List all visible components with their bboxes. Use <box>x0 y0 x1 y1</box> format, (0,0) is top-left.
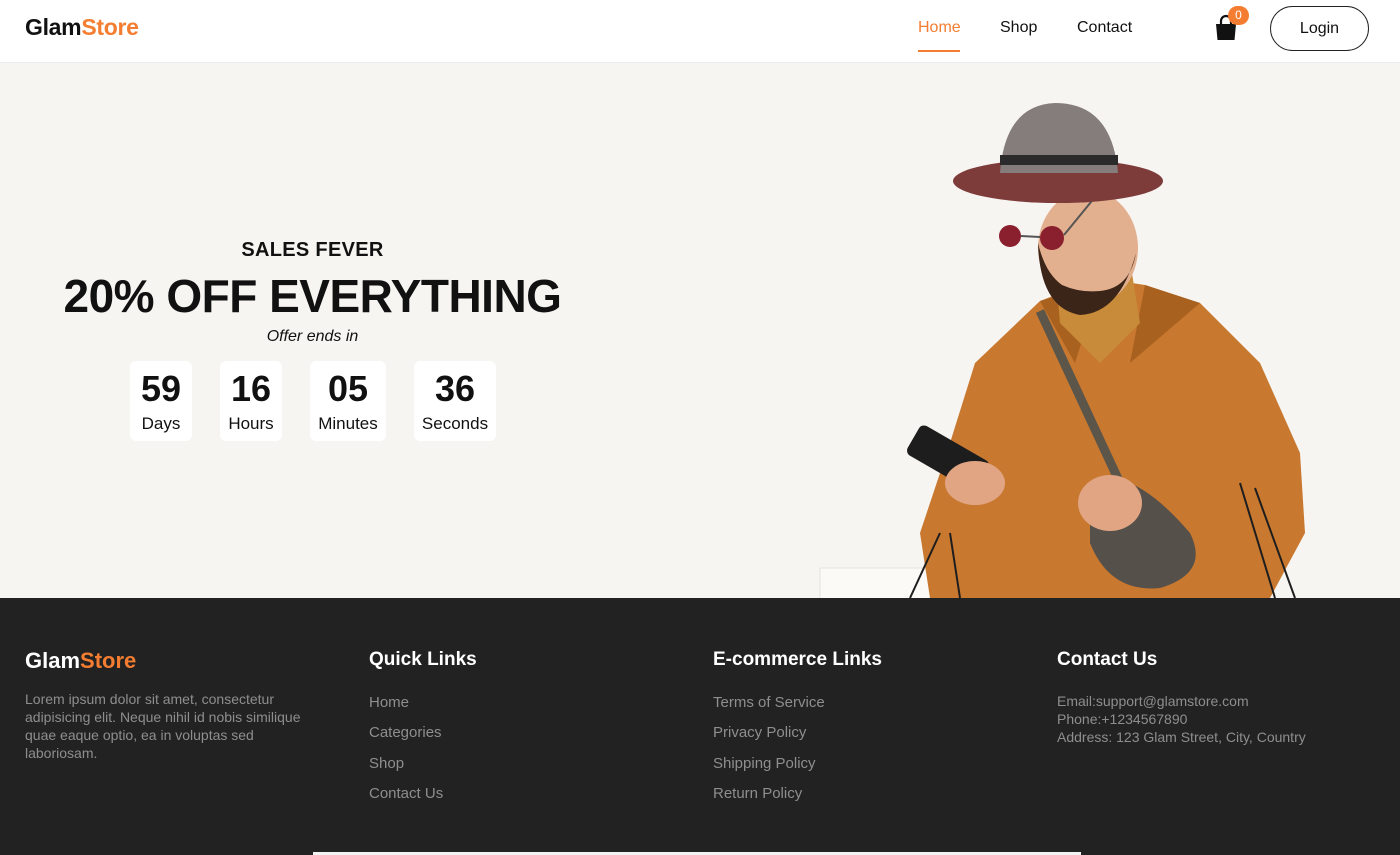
footer-link-terms[interactable]: Terms of Service <box>713 694 825 711</box>
hero-subtitle: SALES FEVER <box>241 239 384 261</box>
footer-description: Lorem ipsum dolor sit amet, consectetur … <box>25 691 301 761</box>
quick-links-heading: Quick Links <box>369 649 477 670</box>
countdown-days-value: 59 <box>140 368 182 409</box>
footer: GlamStore Lorem ipsum dolor sit amet, co… <box>0 598 1400 855</box>
hero-model-image <box>819 103 1305 598</box>
footer-brand-part2: Store <box>80 648 137 673</box>
countdown-minutes: 05 Minutes <box>310 361 386 441</box>
brand-logo-part2: Store <box>81 14 139 40</box>
footer-contact-address: Address: 123 Glam Street, City, Country <box>1057 729 1306 745</box>
footer-link-shipping[interactable]: Shipping Policy <box>713 755 816 772</box>
countdown-hours: 16 Hours <box>220 361 282 441</box>
nav-link-home[interactable]: Home <box>918 19 961 37</box>
brand-logo[interactable]: GlamStore <box>25 14 139 41</box>
nav-link-shop[interactable]: Shop <box>1000 19 1037 37</box>
countdown-days-label: Days <box>141 414 181 433</box>
hero-title: 20% OFF EVERYTHING <box>63 270 562 322</box>
footer-link-categories[interactable]: Categories <box>369 724 442 741</box>
footer-brand-part1: Glam <box>25 648 81 673</box>
footer-link-return[interactable]: Return Policy <box>713 785 802 802</box>
countdown-hours-value: 16 <box>230 368 272 409</box>
ecommerce-links-heading: E-commerce Links <box>713 649 882 670</box>
footer-link-contact-us[interactable]: Contact Us <box>369 785 443 802</box>
hero-banner: SALES FEVER 20% OFF EVERYTHING Offer end… <box>0 63 1400 598</box>
footer-contact-email[interactable]: Email:support@glamstore.com <box>1057 693 1249 709</box>
footer-link-shop[interactable]: Shop <box>369 755 404 772</box>
footer-link-privacy[interactable]: Privacy Policy <box>713 724 806 741</box>
countdown-seconds-label: Seconds <box>421 414 489 433</box>
countdown-minutes-value: 05 <box>327 368 369 409</box>
footer-link-home[interactable]: Home <box>369 694 409 711</box>
countdown-days: 59 Days <box>130 361 192 441</box>
footer-brand-logo[interactable]: GlamStore <box>25 648 136 674</box>
countdown-seconds: 36 Seconds <box>414 361 496 441</box>
nav-link-contact[interactable]: Contact <box>1077 19 1132 37</box>
login-button[interactable]: Login <box>1270 6 1369 51</box>
hero-offer-text: Offer ends in <box>266 328 359 345</box>
contact-us-heading: Contact Us <box>1057 649 1158 670</box>
brand-logo-part1: Glam <box>25 14 82 40</box>
countdown-hours-label: Hours <box>228 414 274 433</box>
nav-active-underline <box>918 50 960 52</box>
countdown-seconds-value: 36 <box>434 368 476 409</box>
countdown-minutes-label: Minutes <box>318 414 378 433</box>
cart-count-badge: 0 <box>1228 6 1249 25</box>
footer-contact-phone[interactable]: Phone:+1234567890 <box>1057 711 1187 727</box>
navbar: GlamStore Home Shop Contact 0 Login <box>0 0 1400 63</box>
